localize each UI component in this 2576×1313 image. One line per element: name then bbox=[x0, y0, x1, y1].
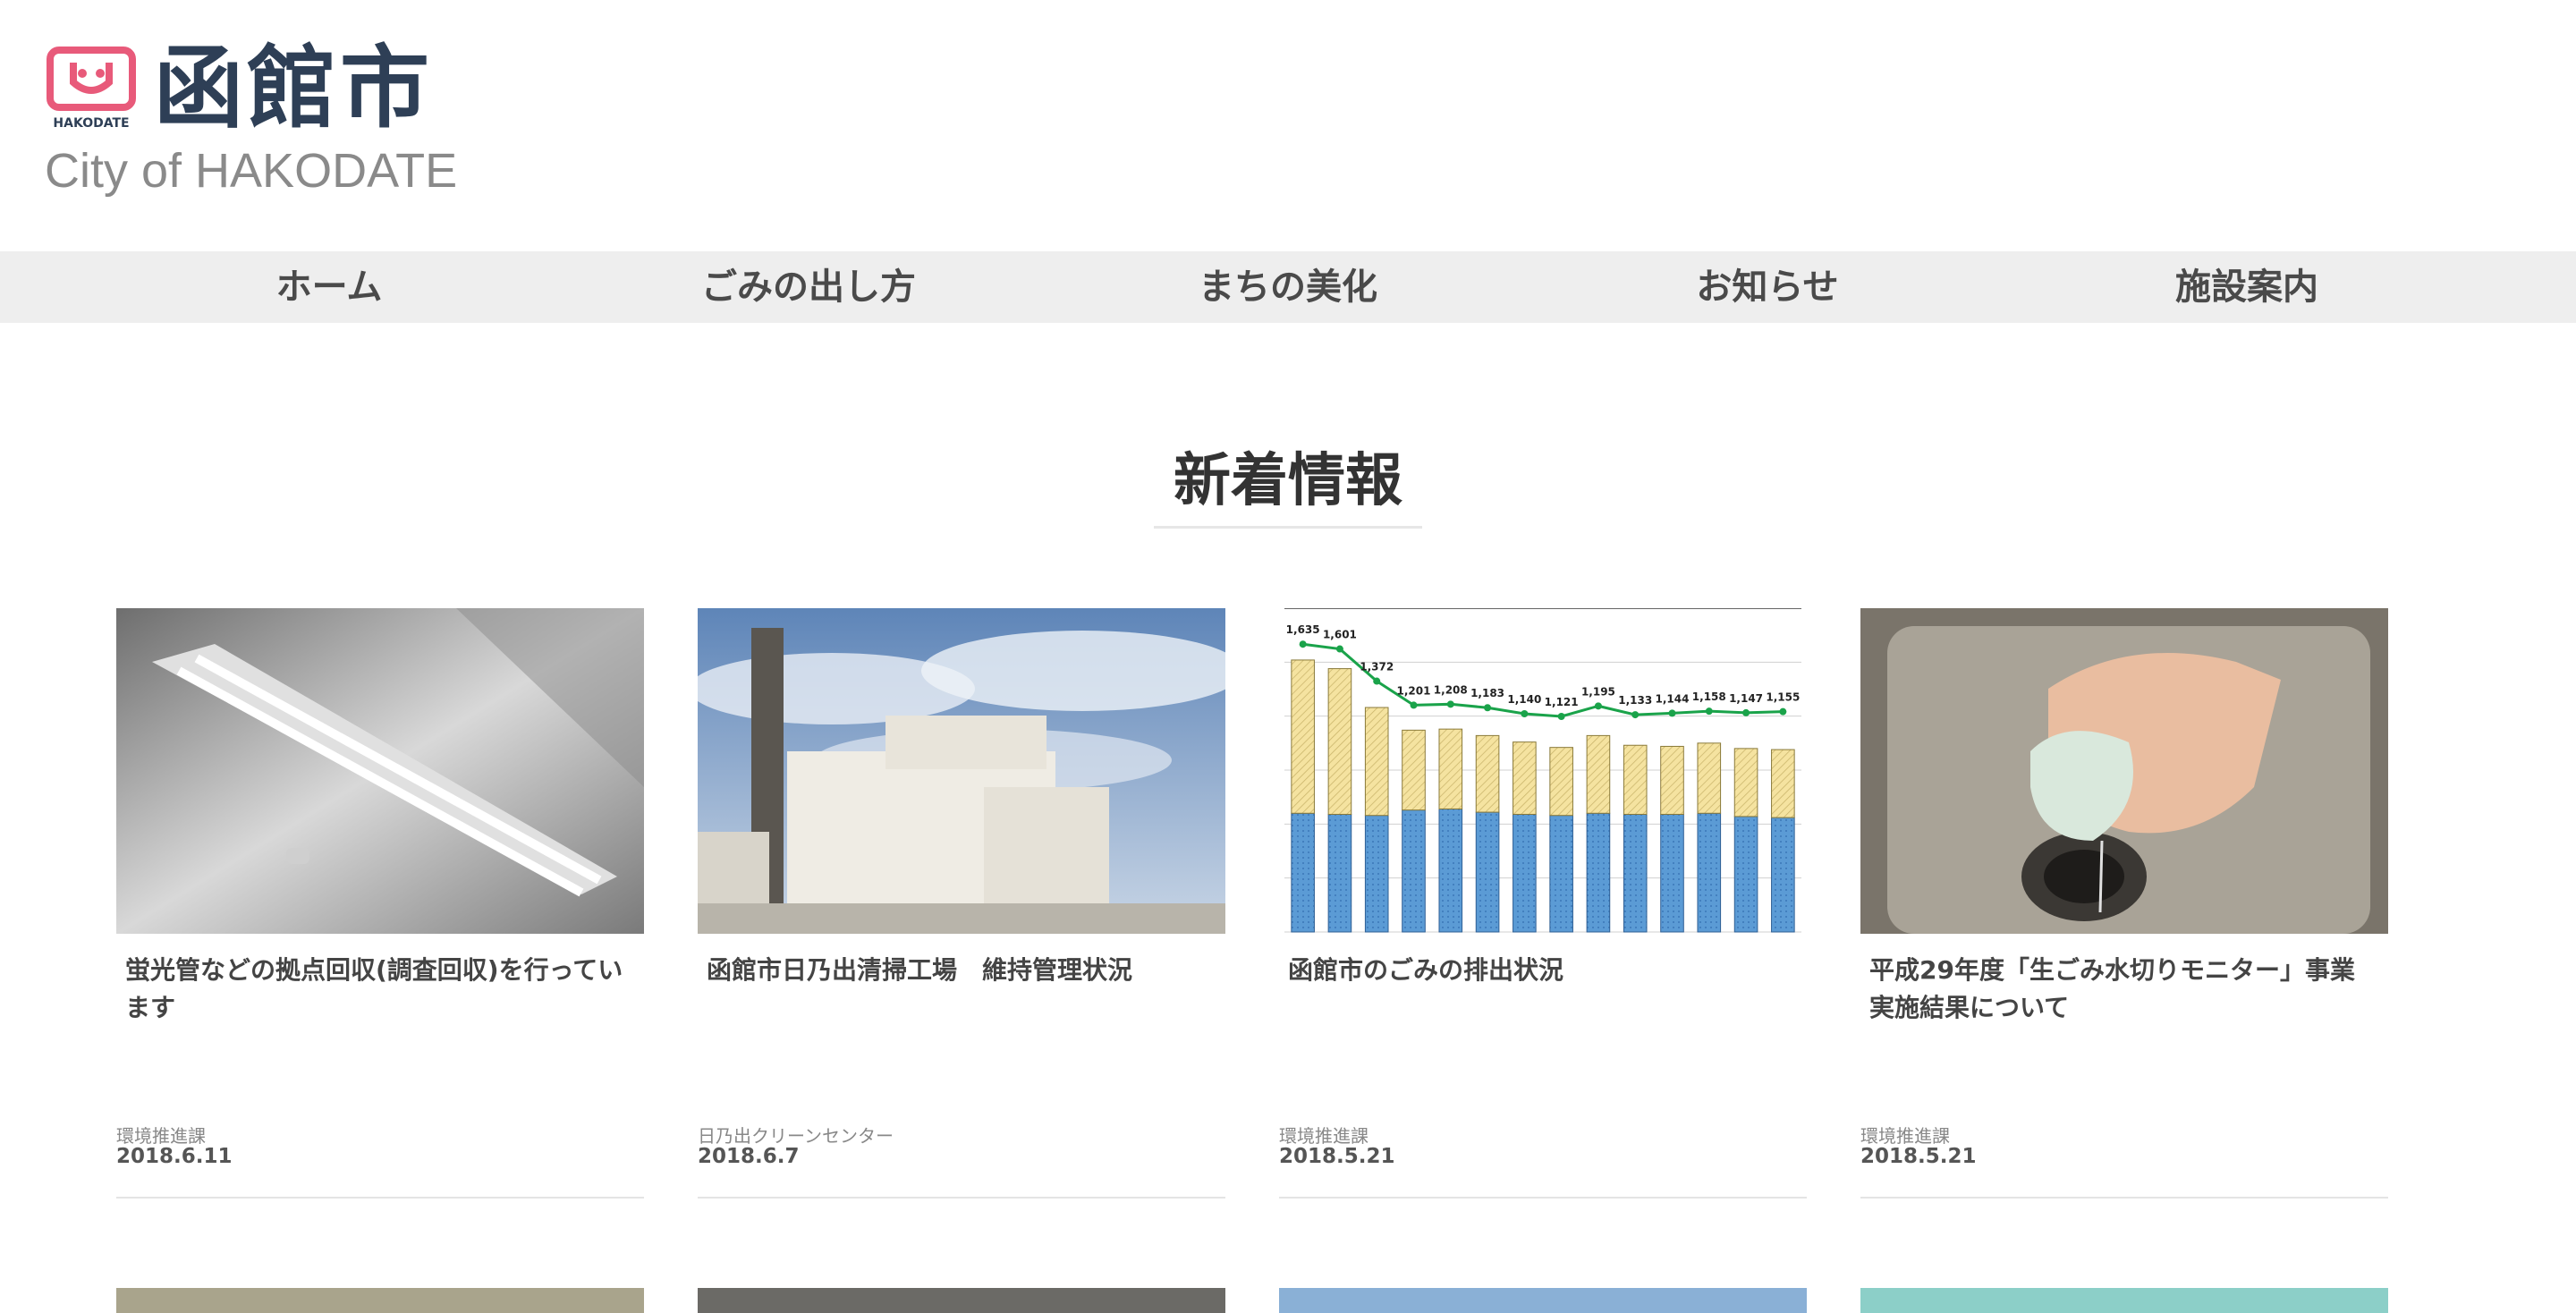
chart-data-label: 1,208 bbox=[1434, 683, 1468, 696]
chart-data-label: 1,201 bbox=[1397, 684, 1431, 697]
chart-point bbox=[1779, 707, 1787, 716]
logo-mark-text: HAKODATE bbox=[53, 116, 129, 131]
incineration-plant-photo[interactable] bbox=[698, 608, 1225, 934]
chart-data-label: 1,183 bbox=[1470, 687, 1504, 699]
nav-item-facilities[interactable]: 施設案内 bbox=[2007, 251, 2487, 323]
news-card-thumb-partial[interactable] bbox=[116, 1288, 644, 1313]
chart-bar-top bbox=[1623, 744, 1648, 815]
chart-point bbox=[1373, 677, 1381, 685]
chart-data-label: 1,144 bbox=[1656, 692, 1690, 705]
chart-bar-top bbox=[1513, 741, 1537, 815]
chart-point bbox=[1668, 709, 1676, 717]
news-card-title[interactable]: 平成29年度「生ごみ水切りモニター」事業実施結果について bbox=[1869, 952, 2379, 1027]
chart-bar-bottom bbox=[1475, 811, 1500, 933]
chart-data-label: 1,195 bbox=[1581, 685, 1615, 698]
chart-data-label: 1,372 bbox=[1360, 661, 1394, 673]
news-card-thumb-partial[interactable] bbox=[1279, 1288, 1807, 1313]
nav-item-city-beautification[interactable]: まちの美化 bbox=[1048, 251, 1528, 323]
nav-item-garbage-disposal[interactable]: ごみの出し方 bbox=[569, 251, 1048, 323]
chart-point bbox=[1594, 702, 1602, 710]
news-card-thumb-partial[interactable] bbox=[1860, 1288, 2388, 1313]
news-card-department: 環境推進課 bbox=[116, 1125, 206, 1147]
chart-bar-bottom bbox=[1771, 817, 1795, 933]
chart-point bbox=[1335, 645, 1343, 653]
waste-chart-thumbnail[interactable]: 1,635 1,601 1,372 1,201 1,208 1,183 1,140 1,121… bbox=[1279, 608, 1807, 934]
chart-point bbox=[1631, 711, 1640, 719]
chart-point bbox=[1410, 701, 1418, 709]
fluorescent-lamp-photo[interactable] bbox=[116, 608, 644, 934]
chart-bar-top bbox=[1364, 707, 1389, 817]
chart-bar-top bbox=[1660, 745, 1684, 815]
news-card[interactable]: 1,635 1,601 1,372 1,201 1,208 1,183 1,140 1,121… bbox=[1279, 608, 1807, 1199]
chart-data-label: 1,147 bbox=[1729, 692, 1763, 705]
chart-bar-bottom bbox=[1364, 815, 1389, 933]
chart-bar-bottom bbox=[1697, 812, 1722, 933]
chart-data-label: 1,133 bbox=[1618, 694, 1652, 707]
chart-bar-bottom bbox=[1733, 816, 1758, 933]
news-card-date: 2018.5.21 bbox=[1279, 1145, 1395, 1168]
chart-bar-top bbox=[1771, 749, 1795, 818]
chart-bar-bottom bbox=[1513, 813, 1537, 933]
chart-data-label: 1,121 bbox=[1545, 696, 1579, 708]
news-card-thumb-partial[interactable] bbox=[698, 1288, 1225, 1313]
chart-bar-bottom bbox=[1586, 812, 1611, 933]
news-card[interactable]: 函館市日乃出清掃工場 維持管理状況 日乃出クリーンセンター 2018.6.7 bbox=[698, 608, 1225, 1199]
chart-point bbox=[1299, 640, 1307, 648]
city-subtitle: City of HAKODATE bbox=[45, 144, 458, 198]
chart-point bbox=[1446, 700, 1454, 708]
hakodate-logo-icon[interactable]: HAKODATE bbox=[47, 47, 136, 132]
chart-data-label: 1,155 bbox=[1766, 691, 1800, 704]
waste-chart: 1,635 1,601 1,3721,201 1,208 1,183 1,140 1,121… bbox=[1279, 608, 1807, 934]
site-header: HAKODATE 函館市 City of HAKODATE bbox=[0, 0, 2576, 250]
chart-data-label: 1,601 bbox=[1323, 629, 1357, 641]
chart-bar-bottom bbox=[1402, 809, 1426, 933]
chart-bar-top bbox=[1475, 734, 1500, 813]
news-card-grid-row-2 bbox=[116, 1288, 2388, 1313]
news-card-date: 2018.6.7 bbox=[698, 1145, 800, 1168]
chart-bar-top bbox=[1697, 742, 1722, 814]
nav-item-notices[interactable]: お知らせ bbox=[1528, 251, 2007, 323]
chart-bar-bottom bbox=[1438, 808, 1463, 933]
chart-bar-bottom bbox=[1549, 815, 1573, 933]
chart-point bbox=[1557, 712, 1565, 720]
chart-data-label: 1,158 bbox=[1692, 690, 1726, 703]
main-nav: ホーム ごみの出し方 まちの美化 お知らせ 施設案内 bbox=[0, 251, 2576, 323]
chart-bar-top bbox=[1291, 659, 1315, 814]
chart-point bbox=[1521, 710, 1529, 717]
chart-bar-top bbox=[1402, 729, 1426, 811]
news-card-department: 日乃出クリーンセンター bbox=[698, 1125, 894, 1147]
city-name-logo[interactable]: 函館市 bbox=[154, 36, 433, 141]
news-card-title[interactable]: 蛍光管などの拠点回収(調査回収)を行っています bbox=[125, 952, 635, 1027]
chart-point bbox=[1484, 704, 1492, 712]
chart-data-label: 1,140 bbox=[1507, 693, 1541, 706]
news-card-date: 2018.6.11 bbox=[116, 1145, 233, 1168]
chart-bar-top bbox=[1438, 728, 1463, 809]
chart-bar-bottom bbox=[1660, 813, 1684, 933]
nav-item-home[interactable]: ホーム bbox=[89, 251, 569, 323]
chart-bar-top bbox=[1586, 734, 1611, 814]
chart-data-label: 1,635 bbox=[1286, 623, 1320, 636]
chart-bar-bottom bbox=[1291, 812, 1315, 933]
chart-bar-top bbox=[1327, 668, 1352, 815]
chart-point bbox=[1705, 707, 1713, 716]
chart-bar-bottom bbox=[1623, 813, 1648, 933]
news-card[interactable]: 蛍光管などの拠点回収(調査回収)を行っています 環境推進課 2018.6.11 bbox=[116, 608, 644, 1199]
news-card-title[interactable]: 函館市のごみの排出状況 bbox=[1288, 952, 1798, 989]
chart-point bbox=[1742, 708, 1750, 716]
chart-bar-top bbox=[1549, 747, 1573, 817]
sink-draining-photo[interactable] bbox=[1860, 608, 2388, 934]
chart-bar-top bbox=[1733, 748, 1758, 817]
news-card-date: 2018.5.21 bbox=[1860, 1145, 1977, 1168]
news-card-grid: 蛍光管などの拠点回収(調査回収)を行っています 環境推進課 2018.6.11 bbox=[116, 608, 2388, 1199]
chart-bar-bottom bbox=[1327, 813, 1352, 933]
news-card-title[interactable]: 函館市日乃出清掃工場 維持管理状況 bbox=[707, 952, 1216, 989]
news-card-department: 環境推進課 bbox=[1279, 1125, 1368, 1147]
news-card[interactable]: 平成29年度「生ごみ水切りモニター」事業実施結果について 環境推進課 2018.… bbox=[1860, 608, 2388, 1199]
news-card-department: 環境推進課 bbox=[1860, 1125, 1950, 1147]
section-title-news: 新着情報 bbox=[1154, 436, 1422, 529]
